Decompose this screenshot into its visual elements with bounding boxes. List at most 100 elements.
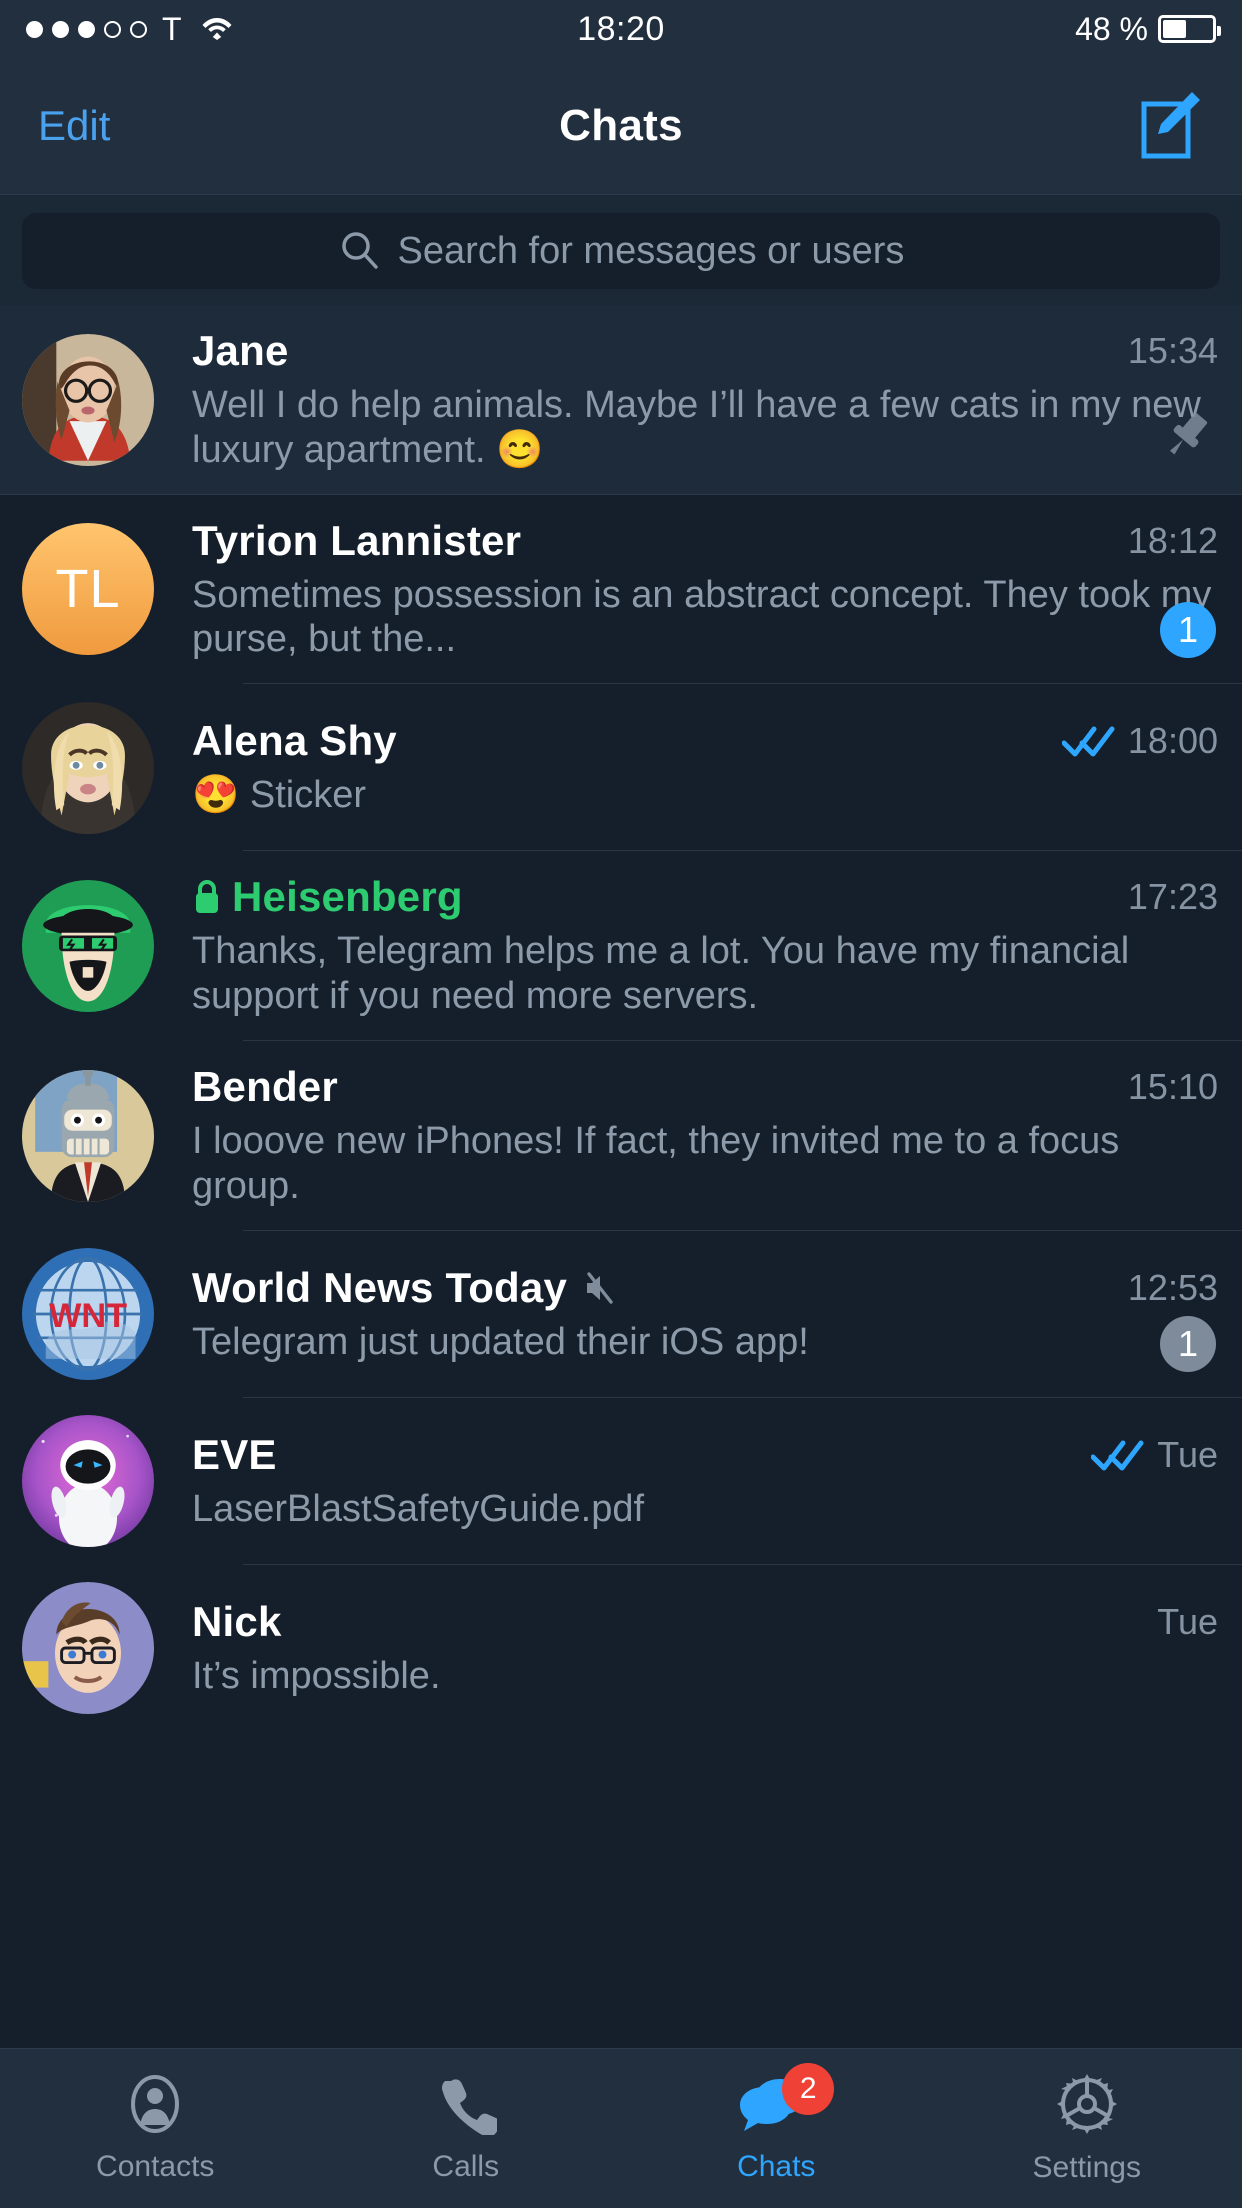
phone-icon: [435, 2073, 501, 2140]
chat-status-badges: 1: [1160, 1315, 1216, 1372]
chat-row-alena-shy[interactable]: Alena Shy 18:00 😍 Sticker: [0, 684, 1242, 852]
navigation-bar: Edit Chats: [0, 58, 1242, 195]
search-icon: [338, 228, 380, 275]
chat-row-world-news-today[interactable]: WNT World News Today 12:53 Telegram just…: [0, 1230, 1242, 1398]
chat-content: Jane 15:34 Well I do help animals. Maybe…: [192, 305, 1218, 495]
search-container: Search for messages or users: [0, 195, 1242, 305]
avatar[interactable]: [22, 333, 154, 466]
chat-meta: 18:00: [1044, 720, 1218, 762]
tab-calls[interactable]: Calls: [311, 2073, 622, 2184]
chat-content: EVE Tue LaserBlastSafetyGuide.pdf: [192, 1409, 1218, 1554]
chat-header-line: Alena Shy 18:00: [192, 717, 1218, 765]
chat-timestamp: 15:34: [1127, 330, 1218, 371]
chat-row-eve[interactable]: EVE Tue LaserBlastSafetyGuide.pdf: [0, 1397, 1242, 1565]
chat-header-line: Nick Tue: [192, 1598, 1218, 1646]
chat-header-line: Tyrion Lannister 18:12: [192, 517, 1218, 565]
chat-preview-message: LaserBlastSafetyGuide.pdf: [192, 1487, 645, 1530]
chat-name: Tyrion Lannister: [192, 516, 522, 564]
contacts-icon: [124, 2073, 186, 2140]
tab-chats[interactable]: 2 Chats: [621, 2063, 932, 2184]
status-bar-clock: 18:20: [577, 9, 665, 48]
tab-label: Settings: [1032, 2151, 1141, 2184]
chat-preview-message: I looove new iPhones! If fact, they invi…: [192, 1119, 1120, 1207]
chat-timestamp: 12:53: [1127, 1266, 1218, 1308]
read-receipt-icon: [1091, 1437, 1145, 1473]
chat-meta: Tue: [1139, 1601, 1218, 1643]
chat-header-line: Bender 15:10: [192, 1063, 1218, 1111]
chat-row-heisenberg[interactable]: Heisenberg 17:23 Thanks, Telegram helps …: [0, 851, 1242, 1041]
svg-text:WNT: WNT: [49, 1297, 127, 1335]
chat-timestamp: Tue: [1157, 1600, 1218, 1642]
chat-preview-message: 😍 Sticker: [192, 774, 367, 817]
chat-preview-message: Well I do help animals. Maybe I’ll have …: [192, 384, 1201, 471]
chat-preview-message: Sometimes possession is an abstract conc…: [192, 573, 1212, 661]
telegram-chats-screen: T 18:20 48 % Edit Chats Search for messa…: [0, 0, 1242, 2208]
chat-header-line: World News Today 12:53: [192, 1264, 1218, 1312]
chat-content: Heisenberg 17:23 Thanks, Telegram helps …: [192, 851, 1218, 1041]
gear-icon: [1055, 2072, 1119, 2141]
avatar[interactable]: WNT: [22, 1248, 154, 1381]
chat-content: Tyrion Lannister 18:12 Sometimes possess…: [192, 495, 1218, 685]
chat-content: Bender 15:10 I looove new iPhones! If fa…: [192, 1041, 1218, 1231]
chat-preview-message: Telegram just updated their iOS app!: [192, 1320, 809, 1363]
avatar[interactable]: [22, 1069, 154, 1202]
chat-row-bender[interactable]: Bender 15:10 I looove new iPhones! If fa…: [0, 1040, 1242, 1231]
chat-meta: Tue: [1073, 1434, 1218, 1476]
tab-label: Calls: [432, 2150, 500, 2183]
tab-label: Chats: [737, 2150, 816, 2183]
battery-icon: [1158, 15, 1221, 43]
chat-meta: 17:23: [1110, 876, 1218, 918]
chat-list[interactable]: Jane 15:34 Well I do help animals. Maybe…: [0, 305, 1242, 1732]
chat-content: Nick Tue It’s impossible.: [192, 1576, 1218, 1721]
chat-name: Jane: [192, 327, 289, 374]
chat-name: EVE: [192, 1430, 277, 1478]
tab-contacts[interactable]: Contacts: [0, 2073, 311, 2184]
chat-header-line: EVE Tue: [192, 1431, 1218, 1479]
avatar-initials: TL: [55, 559, 121, 620]
chat-row-nick[interactable]: Nick Tue It’s impossible.: [0, 1564, 1242, 1732]
avatar[interactable]: [22, 880, 154, 1013]
chat-name: Alena Shy: [192, 717, 397, 765]
avatar[interactable]: [22, 701, 154, 834]
search-input[interactable]: Search for messages or users: [22, 213, 1220, 289]
chat-name: Bender: [192, 1062, 338, 1110]
tab-settings[interactable]: Settings: [932, 2072, 1242, 2185]
search-placeholder: Search for messages or users: [397, 229, 905, 272]
avatar[interactable]: [22, 1582, 154, 1715]
chat-meta: 15:34: [1110, 330, 1218, 372]
chat-content: World News Today 12:53 Telegram just upd…: [192, 1242, 1218, 1387]
chat-timestamp: 15:10: [1127, 1065, 1218, 1107]
chat-timestamp: Tue: [1157, 1433, 1218, 1475]
tab-bar: Contacts Calls 2 Chats Settings: [0, 2048, 1242, 2208]
avatar[interactable]: [22, 1415, 154, 1548]
chat-header-line: Heisenberg 17:23: [192, 873, 1218, 921]
unread-badge: 1: [1160, 602, 1216, 659]
pin-icon: [1158, 406, 1216, 469]
chat-header-line: Jane 15:34: [192, 327, 1218, 375]
avatar[interactable]: TL: [22, 523, 154, 656]
chat-row-jane[interactable]: Jane 15:34 Well I do help animals. Maybe…: [0, 305, 1242, 495]
chat-preview-message: Thanks, Telegram helps me a lot. You hav…: [192, 930, 1130, 1018]
read-receipt-icon: [1061, 723, 1116, 759]
chat-name: Heisenberg: [232, 873, 463, 921]
unread-badge: 1: [1160, 1315, 1216, 1372]
mute-icon: [581, 1270, 617, 1306]
chat-content: Alena Shy 18:00 😍 Sticker: [192, 695, 1218, 840]
chat-row-tyrion-lannister[interactable]: TL Tyrion Lannister 18:12 Sometimes poss…: [0, 494, 1242, 685]
chat-timestamp: 18:00: [1127, 720, 1218, 762]
page-title: Chats: [559, 101, 683, 150]
chat-name: Nick: [192, 1597, 282, 1645]
compose-icon[interactable]: [1132, 88, 1204, 165]
tab-unread-badge: 2: [782, 2063, 835, 2115]
chat-meta: 18:12: [1110, 520, 1218, 562]
chat-timestamp: 17:23: [1127, 876, 1218, 918]
chat-status-badges: [1158, 406, 1216, 469]
chat-preview-message: It’s impossible.: [192, 1654, 441, 1697]
tab-label: Contacts: [96, 2150, 215, 2183]
chat-meta: 12:53: [1110, 1267, 1218, 1309]
chat-meta: 15:10: [1110, 1066, 1218, 1108]
status-bar: T 18:20 48 %: [0, 0, 1242, 58]
chat-status-badges: 1: [1160, 602, 1216, 659]
chat-timestamp: 18:12: [1127, 519, 1218, 561]
lock-icon: [192, 878, 222, 916]
